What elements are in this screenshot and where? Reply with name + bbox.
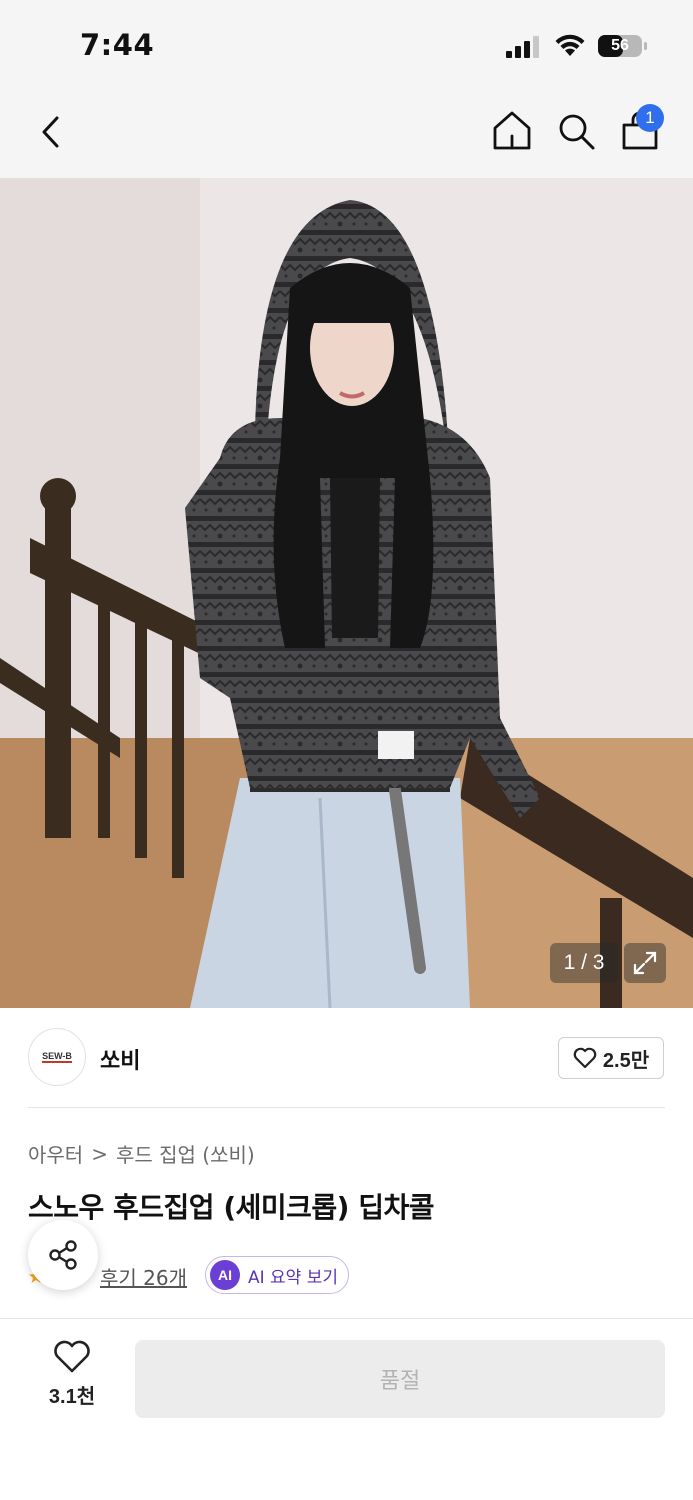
status-time: 7:44 — [80, 28, 155, 62]
home-button[interactable] — [490, 108, 534, 154]
chevron-left-icon — [42, 116, 59, 148]
ai-summary-button[interactable]: AI AI 요약 보기 — [205, 1256, 350, 1294]
cellular-signal-icon — [506, 36, 539, 58]
wifi-icon — [555, 34, 585, 56]
breadcrumb-subcategory[interactable]: 후드 집업 (쏘비) — [116, 1139, 255, 1168]
home-icon — [493, 111, 531, 150]
section-divider — [28, 1107, 665, 1108]
soldout-button: 품절 — [135, 1340, 665, 1418]
expand-icon — [633, 951, 657, 975]
brand-logo[interactable]: SEW-B — [28, 1028, 86, 1086]
wishlist-button[interactable]: 3.1천 — [30, 1340, 114, 1420]
heart-icon — [573, 1047, 597, 1069]
breadcrumb-category[interactable]: 아우터 — [28, 1139, 83, 1168]
wishlist-count: 3.1천 — [48, 1386, 96, 1408]
share-icon — [49, 1240, 77, 1270]
product-image[interactable] — [0, 178, 693, 1008]
brand-name[interactable]: 쏘비 — [100, 1043, 140, 1075]
battery-level: 56 — [611, 37, 629, 54]
breadcrumb-separator: > — [91, 1141, 108, 1166]
brand-row[interactable]: SEW-B 쏘비 2.5만 — [0, 1008, 693, 1108]
image-counter: 1 / 3 — [550, 943, 618, 983]
top-nav-bar — [0, 88, 693, 178]
brand-like-count: 2.5만 — [602, 1049, 650, 1072]
search-icon — [559, 114, 595, 150]
status-bar: 7:44 56 — [0, 0, 693, 88]
brand-logo-text: SEW-B — [42, 1051, 72, 1063]
share-button[interactable] — [28, 1220, 98, 1290]
back-button[interactable] — [30, 110, 70, 154]
battery-icon: 56 — [598, 34, 648, 58]
breadcrumb: 아우터 > 후드 집업 (쏘비) — [28, 1139, 255, 1168]
cart-count-badge: 1 — [636, 104, 664, 132]
review-count-link[interactable]: 후기 26개 — [100, 1262, 187, 1291]
brand-like-button[interactable]: 2.5만 — [558, 1037, 664, 1079]
bottom-bar-divider — [0, 1318, 693, 1319]
ai-summary-label: AI 요약 보기 — [248, 1267, 339, 1288]
heart-outline-icon — [54, 1340, 90, 1373]
search-button[interactable] — [554, 108, 598, 154]
expand-image-button[interactable] — [624, 943, 666, 983]
ai-badge-icon: AI — [210, 1260, 240, 1290]
product-title: 스노우 후드집업 (세미크롭) 딥차콜 — [28, 1191, 434, 1224]
product-photo — [0, 178, 693, 1008]
